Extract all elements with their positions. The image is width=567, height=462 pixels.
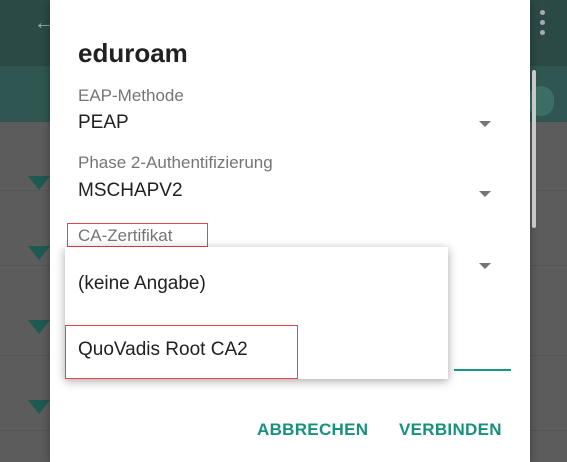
overflow-menu-icon[interactable]: [540, 10, 546, 42]
wifi-icon: [28, 176, 50, 190]
input-underline: [454, 369, 511, 371]
chevron-down-icon[interactable]: [479, 191, 491, 197]
phase2-auth-select[interactable]: MSCHAPV2: [78, 180, 183, 202]
dropdown-option-none[interactable]: (keine Angabe): [78, 273, 206, 295]
dialog-title: eduroam: [78, 38, 188, 68]
connect-button[interactable]: VERBINDEN: [399, 420, 502, 440]
wifi-icon: [28, 246, 50, 260]
dialog-scrollbar[interactable]: [532, 70, 536, 228]
eap-method-select[interactable]: PEAP: [78, 112, 129, 134]
wifi-icon: [28, 320, 50, 334]
cancel-button[interactable]: ABBRECHEN: [257, 420, 368, 440]
quovadis-option-highlight: [65, 325, 298, 379]
eap-method-label: EAP-Methode: [78, 86, 184, 105]
chevron-down-icon[interactable]: [479, 263, 491, 269]
wifi-icon: [28, 400, 50, 414]
chevron-down-icon[interactable]: [479, 121, 491, 127]
ca-certificate-highlight: [67, 223, 208, 247]
phase2-auth-label: Phase 2-Authentifizierung: [78, 153, 273, 172]
